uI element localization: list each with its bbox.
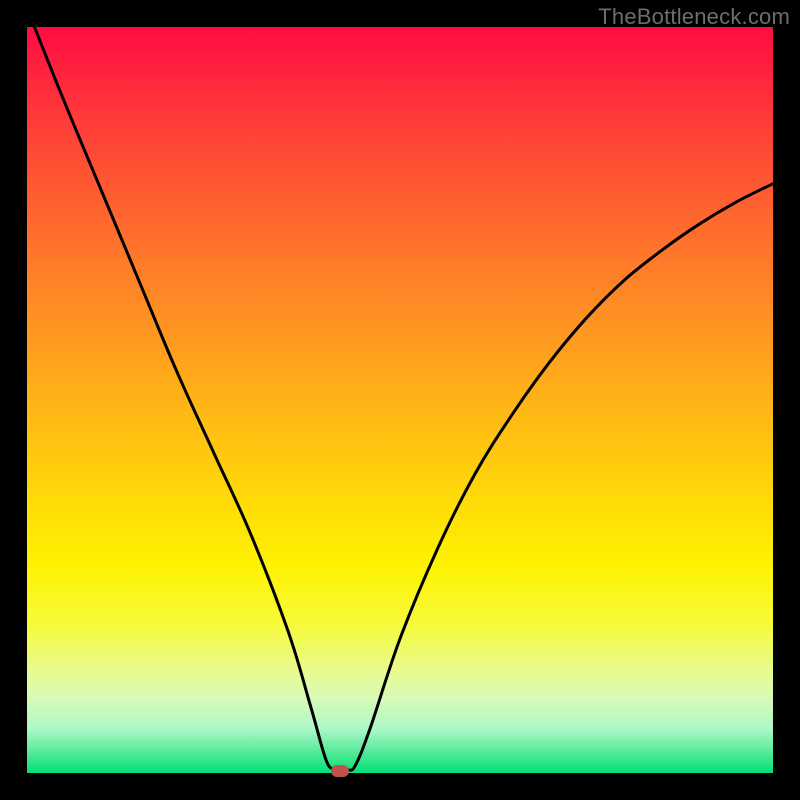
plot-area	[27, 27, 773, 773]
minimum-marker	[331, 765, 349, 777]
chart-frame: TheBottleneck.com	[0, 0, 800, 800]
bottleneck-curve	[34, 27, 773, 771]
curve-svg	[27, 27, 773, 773]
